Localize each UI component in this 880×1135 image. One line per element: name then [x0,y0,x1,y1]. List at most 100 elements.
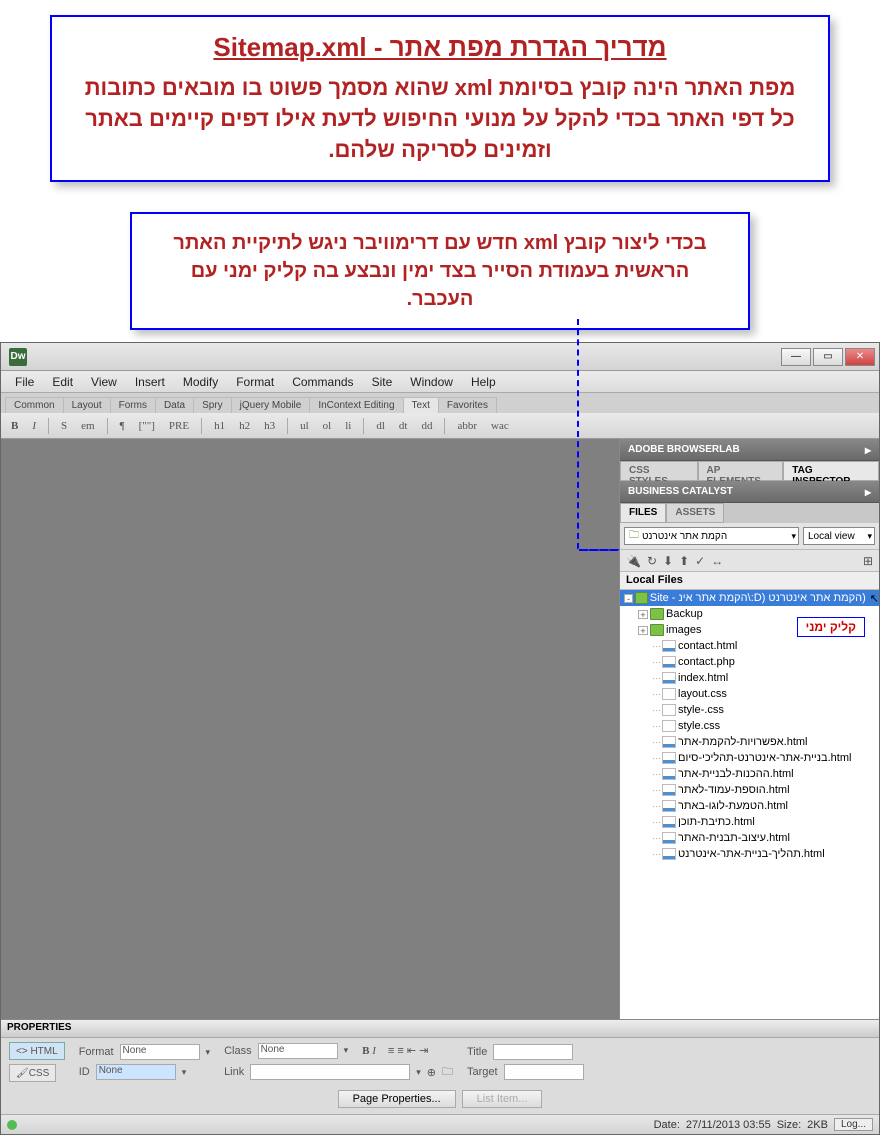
tree-item[interactable]: ⋯הטמעת-לוגו-באתר.html [620,798,879,814]
log-button[interactable]: Log... [834,1118,873,1131]
panel-tab-css-styles[interactable]: CSS STYLES [620,461,698,481]
insert-tab-forms[interactable]: Forms [110,397,156,413]
maximize-button[interactable]: ▭ [813,348,843,366]
expand-icon[interactable]: + [638,626,648,635]
menu-window[interactable]: Window [402,373,461,391]
toolbar-btn[interactable]: abbr [453,419,481,433]
tree-item[interactable]: ⋯index.html [620,670,879,686]
menu-insert[interactable]: Insert [127,373,173,391]
toolbar-btn[interactable]: B [7,419,22,433]
tree-item[interactable]: ⋯אפשרויות-להקמת-אתר.html [620,734,879,750]
panel-bc[interactable]: BUSINESS CATALYST▸ [620,481,879,503]
view-dropdown-value: Local view [808,531,855,542]
panel-tab-ap-elements[interactable]: AP ELEMENTS [698,461,784,481]
toolbar-btn[interactable]: h3 [260,419,279,433]
menu-file[interactable]: File [7,373,42,391]
checkout-icon[interactable]: ✓ [695,554,705,568]
link-input[interactable] [250,1064,410,1080]
tree-item[interactable]: ⋯עיצוב-תבנית-האתר.html [620,830,879,846]
folder-icon [650,608,664,620]
toolbar-btn[interactable]: em [77,419,98,433]
toolbar-btn[interactable]: h2 [235,419,254,433]
insert-tab-favorites[interactable]: Favorites [438,397,497,413]
id-select[interactable]: None [96,1064,176,1080]
status-size-value: 2KB [807,1119,828,1131]
insert-tab-common[interactable]: Common [5,397,64,413]
cursor-icon: ↖ [870,592,879,605]
toolbar-btn[interactable]: li [341,419,355,433]
menu-site[interactable]: Site [364,373,401,391]
menu-help[interactable]: Help [463,373,504,391]
minimize-button[interactable]: — [781,348,811,366]
menu-format[interactable]: Format [228,373,282,391]
menu-modify[interactable]: Modify [175,373,226,391]
tree-connector: ⋯ [652,833,660,844]
css-mode-button[interactable]: 🖌 CSS [9,1064,56,1082]
file-tree[interactable]: - Site - הקמת אתר אינ\:D) הקמת אתר אינטר… [620,590,879,1019]
sync-icon[interactable]: ↔ [711,554,723,568]
toolbar-btn[interactable]: PRE [165,419,193,433]
title-input[interactable] [493,1044,573,1060]
toolbar-btn[interactable]: ¶ [116,419,129,433]
html-mode-button[interactable]: <> HTML [9,1042,65,1060]
tree-item[interactable]: ⋯ההכנות-לבניית-אתר.html [620,766,879,782]
view-dropdown[interactable]: Local view [803,527,875,545]
tree-item[interactable]: ⋯תהליך-בניית-אתר-אינטרנט.html [620,846,879,862]
toolbar-btn[interactable]: [""] [135,419,159,433]
target-select[interactable] [504,1064,584,1080]
toolbar-btn[interactable]: ol [319,419,336,433]
tree-item-label: אפשרויות-להקמת-אתר.html [678,736,807,748]
tree-item[interactable]: ⋯layout.css [620,686,879,702]
insert-tab-spry[interactable]: Spry [193,397,232,413]
tree-item[interactable]: ⋯style-.css [620,702,879,718]
list-item-button[interactable]: List Item... [462,1090,543,1108]
close-button[interactable]: ✕ [845,348,875,366]
expand-files-icon[interactable]: ⊞ [863,554,873,568]
tree-item[interactable]: ⋯contact.php [620,654,879,670]
tree-item[interactable]: ⋯style.css [620,718,879,734]
tree-root[interactable]: - Site - הקמת אתר אינ\:D) הקמת אתר אינטר… [620,590,879,606]
panel-tab-files[interactable]: FILES [620,503,666,523]
panel-tab-tag-inspector[interactable]: TAG INSPECTOR [783,461,879,481]
link-label: Link [224,1066,244,1078]
menu-commands[interactable]: Commands [284,373,361,391]
tree-item[interactable]: ⋯הוספת-עמוד-לאתר.html [620,782,879,798]
refresh-icon[interactable]: ↻ [647,554,657,568]
toolbar-btn[interactable]: ul [296,419,313,433]
toolbar-btn[interactable]: I [28,419,40,433]
put-icon[interactable]: ⬆ [679,554,689,568]
panel-tab-assets[interactable]: ASSETS [666,503,724,523]
toolbar-btn[interactable]: dd [417,419,436,433]
point-to-file-icon[interactable]: ⊕ [427,1066,436,1079]
insert-tab-layout[interactable]: Layout [63,397,111,413]
get-icon[interactable]: ⬇ [663,554,673,568]
page-properties-button[interactable]: Page Properties... [338,1090,456,1108]
toolbar-btn[interactable]: wac [487,419,513,433]
toolbar-btn[interactable]: dl [372,419,389,433]
format-select[interactable]: None [120,1044,200,1060]
class-select[interactable]: None [258,1043,338,1059]
panel-browserlab[interactable]: ADOBE BROWSERLAB▸ [620,439,879,461]
insert-tab-jquery-mobile[interactable]: jQuery Mobile [231,397,311,413]
app-logo: Dw [9,348,27,366]
connect-icon[interactable]: 🔌 [626,554,641,568]
tree-item[interactable]: ⋯כתיבת-תוכן.html [620,814,879,830]
tree-connector: ⋯ [652,753,660,764]
toolbar-btn[interactable]: dt [395,419,412,433]
toolbar-btn[interactable]: S [57,419,71,433]
tree-item[interactable]: ⋯בניית-אתר-אינטרנט-תהליכי-סיום.html [620,750,879,766]
toolbar-btn[interactable]: h1 [210,419,229,433]
insert-tab-data[interactable]: Data [155,397,194,413]
tree-item-label: index.html [678,672,728,684]
insert-tab-incontext-editing[interactable]: InContext Editing [309,397,403,413]
menu-view[interactable]: View [83,373,125,391]
collapse-icon[interactable]: - [624,594,633,603]
site-dropdown[interactable]: 🗀הקמת אתר אינטרנט [624,527,799,545]
browse-icon[interactable]: 🗀 [442,1063,453,1082]
tree-item-label: layout.css [678,688,727,700]
expand-icon[interactable]: + [638,610,648,619]
tree-item-label: תהליך-בניית-אתר-אינטרנט.html [678,848,825,860]
insert-tab-text[interactable]: Text [403,397,439,413]
menu-edit[interactable]: Edit [44,373,81,391]
tree-item[interactable]: ⋯contact.html [620,638,879,654]
